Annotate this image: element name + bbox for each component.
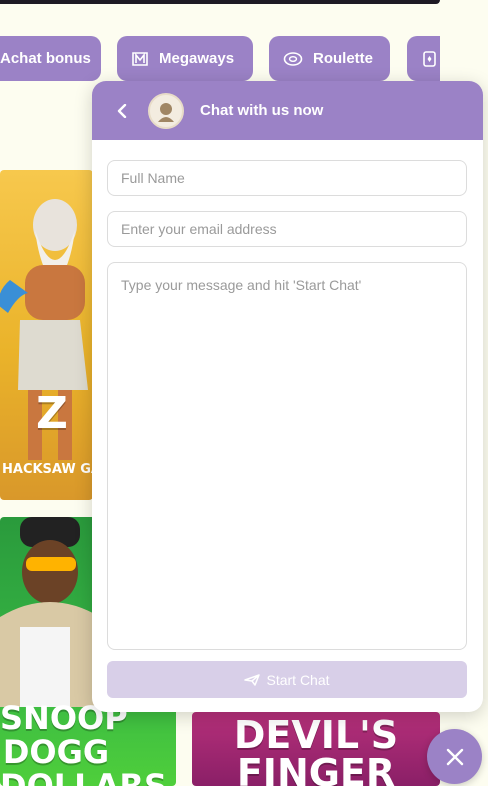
game-provider: HACKSAW GAMIN xyxy=(2,462,93,477)
chat-header: Chat with us now xyxy=(92,81,483,140)
category-achat-bonus[interactable]: Achat bonus xyxy=(0,36,101,81)
start-chat-label: Start Chat xyxy=(266,671,330,688)
back-button[interactable] xyxy=(112,101,132,121)
game-tile-zeus[interactable]: Z HACKSAW GAMIN xyxy=(0,170,93,500)
message-textarea[interactable] xyxy=(107,262,467,650)
send-icon xyxy=(244,673,261,686)
category-bar: Achat bonus Megaways Roulette xyxy=(0,36,440,82)
game-tile-devils-finger[interactable]: DEVIL'S FINGER xyxy=(192,712,440,786)
full-name-input[interactable] xyxy=(107,160,467,196)
zeus-artwork xyxy=(0,199,88,460)
close-icon xyxy=(446,748,463,765)
category-label: Megaways xyxy=(159,50,235,67)
game-title-line: DOGG xyxy=(2,733,110,771)
category-label: Roulette xyxy=(313,50,373,67)
bust-icon xyxy=(158,102,174,122)
avatar xyxy=(148,92,184,129)
chat-form: Start Chat xyxy=(92,140,483,698)
game-title-line: DEVIL'S xyxy=(233,713,399,757)
game-title-block: SNOOP DOGG DOLLARS xyxy=(0,702,167,786)
category-roulette[interactable]: Roulette xyxy=(269,36,390,81)
game-title-line: DOLLARS xyxy=(0,767,167,786)
chat-title: Chat with us now xyxy=(200,102,324,119)
roulette-icon xyxy=(283,50,303,68)
game-title-block: DEVIL'S FINGER xyxy=(192,716,440,786)
category-label: Achat bonus xyxy=(0,50,91,67)
chat-panel: Chat with us now Start Chat xyxy=(92,81,483,712)
cards-icon xyxy=(421,50,439,68)
game-title: Z xyxy=(36,388,68,439)
close-chat-button[interactable] xyxy=(427,729,482,784)
email-input[interactable] xyxy=(107,211,467,247)
category-cards[interactable] xyxy=(407,36,440,81)
megaways-icon xyxy=(131,50,149,68)
game-title-line: FINGER xyxy=(236,751,396,786)
top-banner xyxy=(0,0,440,4)
category-megaways[interactable]: Megaways xyxy=(117,36,253,81)
chevron-left-icon xyxy=(117,103,127,118)
start-chat-button[interactable]: Start Chat xyxy=(107,661,467,698)
